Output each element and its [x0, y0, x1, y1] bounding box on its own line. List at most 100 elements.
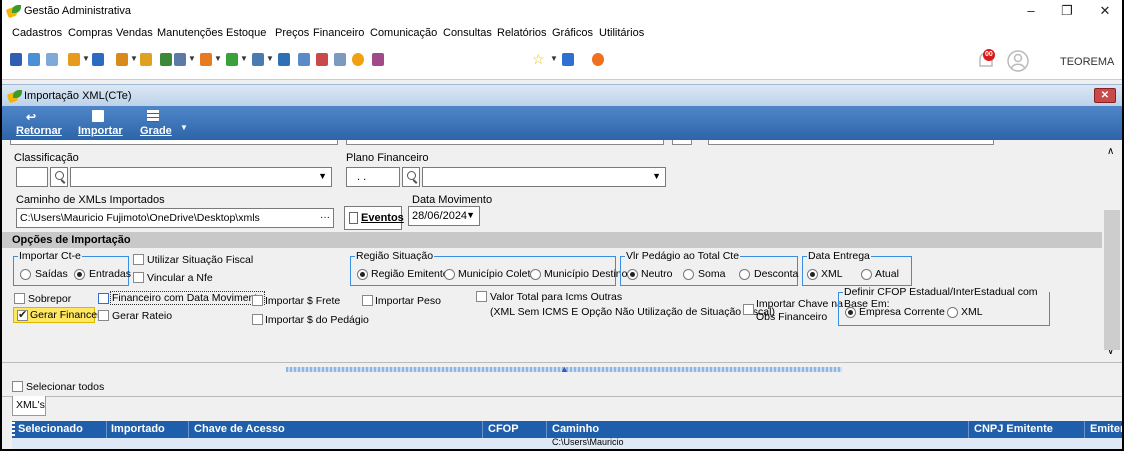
importar-peso-checkbox[interactable]: [362, 295, 373, 306]
menu-vendas[interactable]: Vendas: [116, 27, 153, 39]
hierarchy-icon[interactable]: [68, 53, 80, 66]
top-row-field[interactable]: [672, 140, 692, 145]
top-row-field[interactable]: [708, 140, 994, 145]
user-avatar-icon[interactable]: [1006, 49, 1030, 73]
plano-financeiro-select[interactable]: [422, 167, 666, 187]
tab-xmls[interactable]: XML's: [12, 396, 46, 416]
printer-icon[interactable]: [252, 53, 264, 66]
menu-compras[interactable]: Compras: [68, 27, 113, 39]
document-icon[interactable]: [10, 53, 22, 66]
gerar-financeiro-highlight[interactable]: Gerar Financeiro: [13, 307, 109, 323]
gerar-financeiro-checkbox[interactable]: [17, 308, 28, 321]
chevron-down-icon[interactable]: ▼: [82, 54, 90, 63]
calendar-icon[interactable]: [298, 53, 310, 66]
menu-consultas[interactable]: Consultas: [443, 27, 492, 39]
menu-relatorios[interactable]: Relatórios: [497, 27, 547, 39]
chevron-down-icon[interactable]: ▼: [180, 123, 188, 132]
window-icon[interactable]: [562, 53, 574, 66]
menu-cadastros[interactable]: Cadastros: [12, 27, 62, 39]
child-close-button[interactable]: ✕: [1094, 88, 1116, 103]
menu-graficos[interactable]: Gráficos: [552, 27, 593, 39]
box-icon[interactable]: [116, 53, 128, 66]
top-row-field[interactable]: [10, 140, 338, 145]
top-row-field[interactable]: [346, 140, 664, 145]
municipio-destino-radio[interactable]: [530, 269, 541, 280]
saidas-radio[interactable]: [20, 269, 31, 280]
data-movimento-picker[interactable]: 28/06/2024: [408, 206, 480, 226]
collapse-arrow-icon[interactable]: ▲: [560, 364, 569, 374]
report-icon[interactable]: [316, 53, 328, 66]
menu-precos[interactable]: Preços: [275, 27, 309, 39]
importar-frete-checkbox[interactable]: [252, 295, 263, 306]
scrollbar-thumb[interactable]: [1104, 210, 1120, 350]
classificacao-code-input[interactable]: [16, 167, 48, 187]
menu-utilitarios[interactable]: Utilitários: [599, 27, 644, 39]
chevron-down-icon[interactable]: ▼: [550, 54, 558, 63]
book-icon[interactable]: [92, 53, 104, 66]
retornar-button[interactable]: Retornar: [16, 125, 62, 137]
menu-estoque[interactable]: Estoque: [226, 27, 266, 39]
caminho-input[interactable]: C:\Users\Mauricio Fujimoto\OneDrive\Desk…: [16, 208, 334, 228]
selecionar-todos-checkbox[interactable]: [12, 381, 23, 392]
chevron-down-icon[interactable]: ▼: [214, 54, 222, 63]
calculator-icon[interactable]: [160, 53, 172, 66]
col-caminho[interactable]: Caminho: [552, 423, 599, 435]
minimize-button[interactable]: –: [1018, 3, 1044, 19]
col-cnpj-emitente[interactable]: CNPJ Emitente: [974, 423, 1053, 435]
folder-icon[interactable]: [200, 53, 212, 66]
col-cfop[interactable]: CFOP: [488, 423, 519, 435]
chevron-down-icon[interactable]: ▼: [240, 54, 248, 63]
grid-icon[interactable]: [278, 53, 290, 66]
power-icon[interactable]: [592, 53, 604, 66]
menu-manutencoes[interactable]: Manutenções: [157, 27, 223, 39]
vincular-nfe-checkbox[interactable]: [133, 272, 144, 283]
utilizar-situacao-checkbox[interactable]: [133, 254, 144, 265]
soma-radio[interactable]: [683, 269, 694, 280]
cart-icon[interactable]: [174, 53, 186, 66]
col-selecionado[interactable]: Selecionado: [18, 423, 83, 435]
star-icon[interactable]: ☆: [532, 51, 545, 68]
importar-button[interactable]: Importar: [78, 125, 123, 137]
eventos-button[interactable]: Eventos: [344, 206, 404, 230]
menu-comunicacao[interactable]: Comunicação: [370, 27, 437, 39]
empresa-corrente-radio[interactable]: [845, 307, 856, 318]
truck-icon[interactable]: [226, 53, 238, 66]
clock-icon[interactable]: [352, 53, 364, 66]
search-icon[interactable]: [402, 167, 420, 187]
menu-financeiro[interactable]: Financeiro: [313, 27, 364, 39]
search-icon[interactable]: [50, 167, 68, 187]
municipio-coleta-radio[interactable]: [444, 269, 455, 280]
person-icon[interactable]: [140, 53, 152, 66]
entradas-radio[interactable]: [74, 269, 85, 280]
chevron-down-icon[interactable]: ▼: [188, 54, 196, 63]
gerar-rateio-checkbox[interactable]: [98, 310, 109, 321]
bank-icon[interactable]: [372, 53, 384, 66]
plano-financeiro-code-input[interactable]: . .: [346, 167, 400, 187]
notification-bell-icon[interactable]: 00: [974, 48, 998, 72]
chevron-down-icon[interactable]: ▼: [130, 54, 138, 63]
importar-chave-checkbox[interactable]: [743, 304, 754, 315]
scroll-up-icon[interactable]: ∧: [1107, 146, 1114, 157]
chevron-down-icon[interactable]: ▼: [266, 54, 274, 63]
data-entrega-xml-radio[interactable]: [807, 269, 818, 280]
col-emitente[interactable]: Emiter: [1090, 423, 1122, 435]
neutro-radio[interactable]: [627, 269, 638, 280]
col-importado[interactable]: Importado: [111, 423, 165, 435]
data-entrega-atual-radio[interactable]: [861, 269, 872, 280]
importar-pedagio-checkbox[interactable]: [252, 314, 263, 325]
regiao-emitente-radio[interactable]: [357, 269, 368, 280]
browse-ellipsis-icon[interactable]: ···: [320, 212, 330, 223]
col-chave-acesso[interactable]: Chave de Acesso: [194, 423, 285, 435]
table-row[interactable]: C:\Users\Mauricio: [12, 438, 1122, 449]
sobrepor-checkbox[interactable]: [14, 293, 25, 304]
cfop-xml-radio[interactable]: [947, 307, 958, 318]
classificacao-select[interactable]: [70, 167, 332, 187]
valor-total-icms-checkbox[interactable]: [476, 291, 487, 302]
maximize-button[interactable]: ❐: [1054, 3, 1080, 19]
card-icon[interactable]: [46, 53, 58, 66]
financeiro-data-movimento-checkbox[interactable]: [98, 293, 109, 304]
chart-icon[interactable]: [334, 53, 346, 66]
grade-button[interactable]: Grade: [140, 125, 172, 137]
users-icon[interactable]: [28, 53, 40, 66]
close-button[interactable]: ✕: [1092, 3, 1118, 19]
